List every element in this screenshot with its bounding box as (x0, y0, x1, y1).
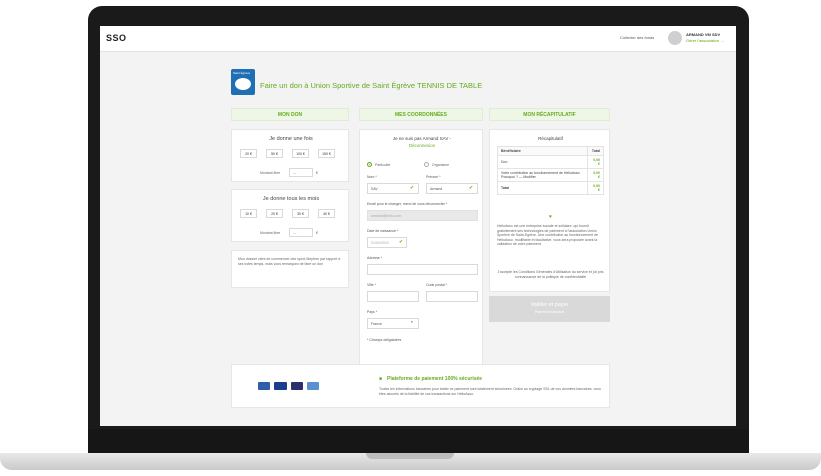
monthly-title: Je donne tous les mois (262, 196, 320, 202)
payment-text: Toutes les informations bancaires pour t… (379, 387, 601, 396)
summary-panel: Récapitulatif Bénéficiaire Total Don 0,0… (489, 129, 610, 292)
check-icon: ✔ (410, 185, 415, 191)
donation-note-panel: Mon dossier vient de commencer des sport… (231, 250, 349, 288)
amount-option[interactable]: 10 € (240, 209, 257, 218)
cb-card-icon (258, 382, 270, 390)
firstname-label: Prénom * (426, 175, 441, 179)
amount-option[interactable]: 150 € (318, 149, 335, 158)
summary-title: Récapitulatif (538, 136, 563, 141)
payment-title: Plateforme de paiement 100% sécurisée (387, 376, 483, 382)
amount-option[interactable]: 40 € (318, 209, 335, 218)
ping-pong-icon (235, 78, 251, 90)
name-label: Nom * (367, 175, 377, 179)
check-icon: ✔ (469, 185, 474, 191)
submit-sublabel: Paiement sécurisé (535, 310, 564, 314)
chevron-down-icon: ▾ (411, 320, 413, 324)
terms-text[interactable]: J'accepte les Conditions Générales d'Uti… (497, 270, 604, 279)
zip-label: Code postal * (426, 283, 448, 287)
sepa-card-icon (307, 382, 319, 390)
column-header-summary: MON RÉCAPITULATIF (489, 108, 610, 121)
zip-field[interactable] (426, 291, 478, 302)
summary-row-value: 0,00 € (586, 168, 605, 182)
laptop-notch (366, 453, 454, 459)
details-panel: Je ne suis pas Armand SAV - Déconnexion … (359, 129, 483, 374)
currency-label: € (316, 231, 318, 235)
page-title: Faire un don à Union Sportive de Saint É… (260, 81, 483, 90)
free-amount-label: Montant libre (260, 231, 281, 235)
topbar: SSO Collecter des fonds ARMAND VM SDV Gé… (100, 26, 736, 52)
summary-info-text: HelloAsso est une entreprise sociale et … (497, 224, 598, 247)
visa-card-icon (274, 382, 287, 390)
submit-label: Valider et payer (530, 302, 569, 308)
organization-logo-text: Saint Égrève (233, 71, 251, 75)
city-field[interactable] (367, 291, 419, 302)
birthdate-label: Date de naissance * (367, 229, 399, 233)
free-amount-input[interactable]: — (289, 228, 313, 237)
monthly-donation-panel: Je donne tous les mois 10 € 20 € 30 € 40… (231, 189, 349, 242)
summary-table-header: Bénéficiaire (497, 146, 588, 156)
currency-label: € (316, 171, 318, 175)
required-note: * Champs obligatoires (367, 338, 402, 342)
laptop-screen: SSO Collecter des fonds ARMAND VM SDV Gé… (100, 26, 736, 426)
address-field[interactable] (367, 264, 478, 275)
organization-logo: Saint Égrève (231, 69, 255, 95)
summary-row-label: Don (497, 155, 588, 169)
amount-option[interactable]: 100 € (292, 149, 309, 158)
mastercard-icon (291, 382, 303, 390)
summary-row-label: Votre contribution au fonctionnement de … (497, 168, 588, 182)
check-icon: ✔ (399, 239, 404, 245)
particular-radio[interactable] (367, 162, 372, 167)
one-time-title: Je donne une fois (269, 136, 313, 142)
country-label: Pays * (367, 310, 378, 314)
lock-icon: ■ (379, 376, 383, 382)
logout-link[interactable]: Déconnexion (360, 143, 484, 148)
address-label: Adresse * (367, 256, 383, 260)
donation-note: Mon dossier vient de commencer des sport… (238, 257, 341, 266)
not-me-text: Je ne suis pas Armand SAV - (392, 136, 452, 141)
summary-row-value: 0,00 € (586, 181, 605, 195)
free-amount-label: Montant libre (260, 171, 281, 175)
avatar[interactable] (668, 31, 682, 45)
manage-association-link[interactable]: Gérer l'association → (686, 38, 724, 43)
summary-row-label: Total (497, 181, 588, 195)
email-label: Email pour le changer, merci de vous déc… (367, 202, 448, 206)
one-time-donation-panel: Je donne une fois 20 € 50 € 100 € 150 € … (231, 129, 349, 182)
organization-radio[interactable] (424, 162, 429, 167)
particular-label: Particulier (375, 163, 391, 167)
column-header-details: MES COORDONNÉES (359, 108, 483, 121)
amount-option[interactable]: 20 € (240, 149, 257, 158)
collect-funds-link[interactable]: Collecter des fonds (620, 35, 654, 40)
amount-option[interactable]: 30 € (292, 209, 309, 218)
summary-row-value: 0,00 € (586, 155, 605, 169)
organization-label: Organisme (432, 163, 450, 167)
payment-panel: ■ Plateforme de paiement 100% sécurisée … (231, 364, 610, 408)
email-field: armand@hello.com (367, 210, 478, 221)
laptop-chin (88, 429, 749, 453)
free-amount-input[interactable]: — (289, 168, 313, 177)
summary-table: Bénéficiaire Total Don 0,00 € Votre cont… (497, 146, 605, 195)
column-header-donation: MON DON (231, 108, 349, 121)
summary-table-header: Total (586, 146, 605, 156)
city-label: Ville * (367, 283, 376, 287)
brand-logo[interactable]: SSO (106, 33, 127, 43)
submit-button[interactable]: Valider et payer Paiement sécurisé (489, 296, 610, 322)
user-name[interactable]: ARMAND VM SDV (686, 32, 720, 37)
stage: SSO Collecter des fonds ARMAND VM SDV Gé… (0, 0, 821, 476)
amount-option[interactable]: 50 € (266, 149, 283, 158)
amount-option[interactable]: 20 € (266, 209, 283, 218)
heart-icon: ♥ (549, 214, 552, 220)
